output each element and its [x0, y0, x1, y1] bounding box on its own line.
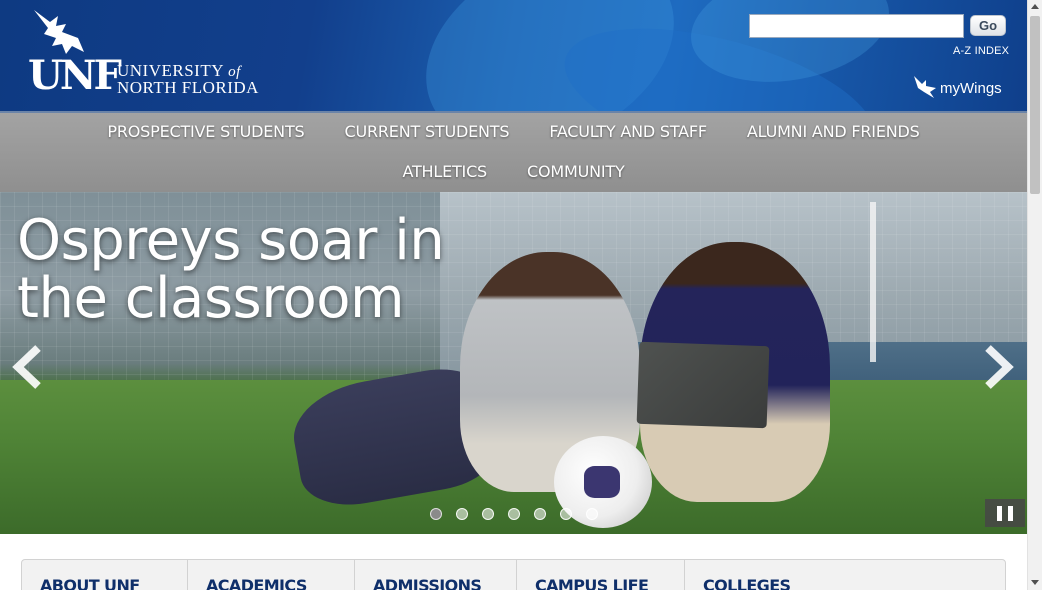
tab-academics[interactable]: ACADEMICS	[188, 560, 355, 590]
logo-mark: UNF	[28, 52, 122, 99]
nav-item-community[interactable]: COMMUNITY	[507, 161, 645, 183]
nav-item-faculty-and-staff[interactable]: FACULTY AND STAFF	[529, 121, 727, 143]
hero-slideshow[interactable]: Ospreys soar in the classroom	[0, 192, 1027, 534]
slide-indicators	[430, 508, 598, 520]
site-header: UNF UNIVERSITY of NORTH FLORIDA Go A-Z I…	[0, 0, 1027, 111]
hero-background	[870, 202, 876, 362]
tab-admissions[interactable]: ADMISSIONS	[355, 560, 517, 590]
chevron-right-icon[interactable]	[978, 342, 1018, 392]
nav-row: ATHLETICS COMMUNITY	[0, 161, 1027, 183]
osprey-icon	[34, 10, 84, 54]
section-tabs: ABOUT UNF ACADEMICS ADMISSIONS CAMPUS LI…	[21, 559, 1006, 590]
nav-item-athletics[interactable]: ATHLETICS	[382, 161, 507, 183]
main-nav: PROSPECTIVE STUDENTS CURRENT STUDENTS FA…	[0, 111, 1027, 192]
hero-headline[interactable]: Ospreys soar in the classroom	[17, 208, 445, 331]
slide-dot[interactable]	[430, 508, 442, 520]
pause-button[interactable]	[985, 499, 1025, 527]
nav-item-alumni-and-friends[interactable]: ALUMNI AND FRIENDS	[727, 121, 940, 143]
scrollbar[interactable]	[1027, 0, 1042, 590]
slide-dot[interactable]	[534, 508, 546, 520]
mywings-link[interactable]: myWings	[912, 72, 1002, 100]
hero-image-laptop	[636, 341, 770, 429]
nav-item-prospective-students[interactable]: PROSPECTIVE STUDENTS	[87, 121, 324, 143]
wing-icon	[914, 76, 936, 98]
page: UNF UNIVERSITY of NORTH FLORIDA Go A-Z I…	[0, 0, 1042, 590]
search-input[interactable]	[749, 14, 964, 38]
go-button[interactable]: Go	[970, 15, 1006, 36]
scroll-up-icon[interactable]	[1031, 4, 1039, 9]
slide-dot[interactable]	[560, 508, 572, 520]
nav-row: PROSPECTIVE STUDENTS CURRENT STUDENTS FA…	[0, 121, 1027, 143]
hero-headline-line1: Ospreys soar in	[17, 208, 445, 273]
slide-dot[interactable]	[508, 508, 520, 520]
unf-logo[interactable]: UNF UNIVERSITY of NORTH FLORIDA	[28, 8, 258, 98]
nav-item-current-students[interactable]: CURRENT STUDENTS	[324, 121, 529, 143]
pause-icon	[997, 506, 1002, 521]
slide-dot[interactable]	[456, 508, 468, 520]
tab-colleges[interactable]: COLLEGES	[685, 560, 1005, 590]
tab-about-unf[interactable]: ABOUT UNF	[22, 560, 188, 590]
chevron-left-icon[interactable]	[8, 342, 48, 392]
hero-headline-line2: the classroom	[17, 266, 405, 331]
scrollbar-thumb[interactable]	[1030, 16, 1040, 194]
logo-line2: NORTH FLORIDA	[117, 78, 259, 97]
slide-dot[interactable]	[586, 508, 598, 520]
tab-campus-life[interactable]: CAMPUS LIFE	[517, 560, 685, 590]
slide-dot[interactable]	[482, 508, 494, 520]
mywings-label: myWings	[940, 80, 1002, 97]
pause-icon	[1008, 506, 1013, 521]
scroll-down-icon[interactable]	[1031, 580, 1039, 585]
az-index-link[interactable]: A-Z INDEX	[953, 45, 1009, 57]
